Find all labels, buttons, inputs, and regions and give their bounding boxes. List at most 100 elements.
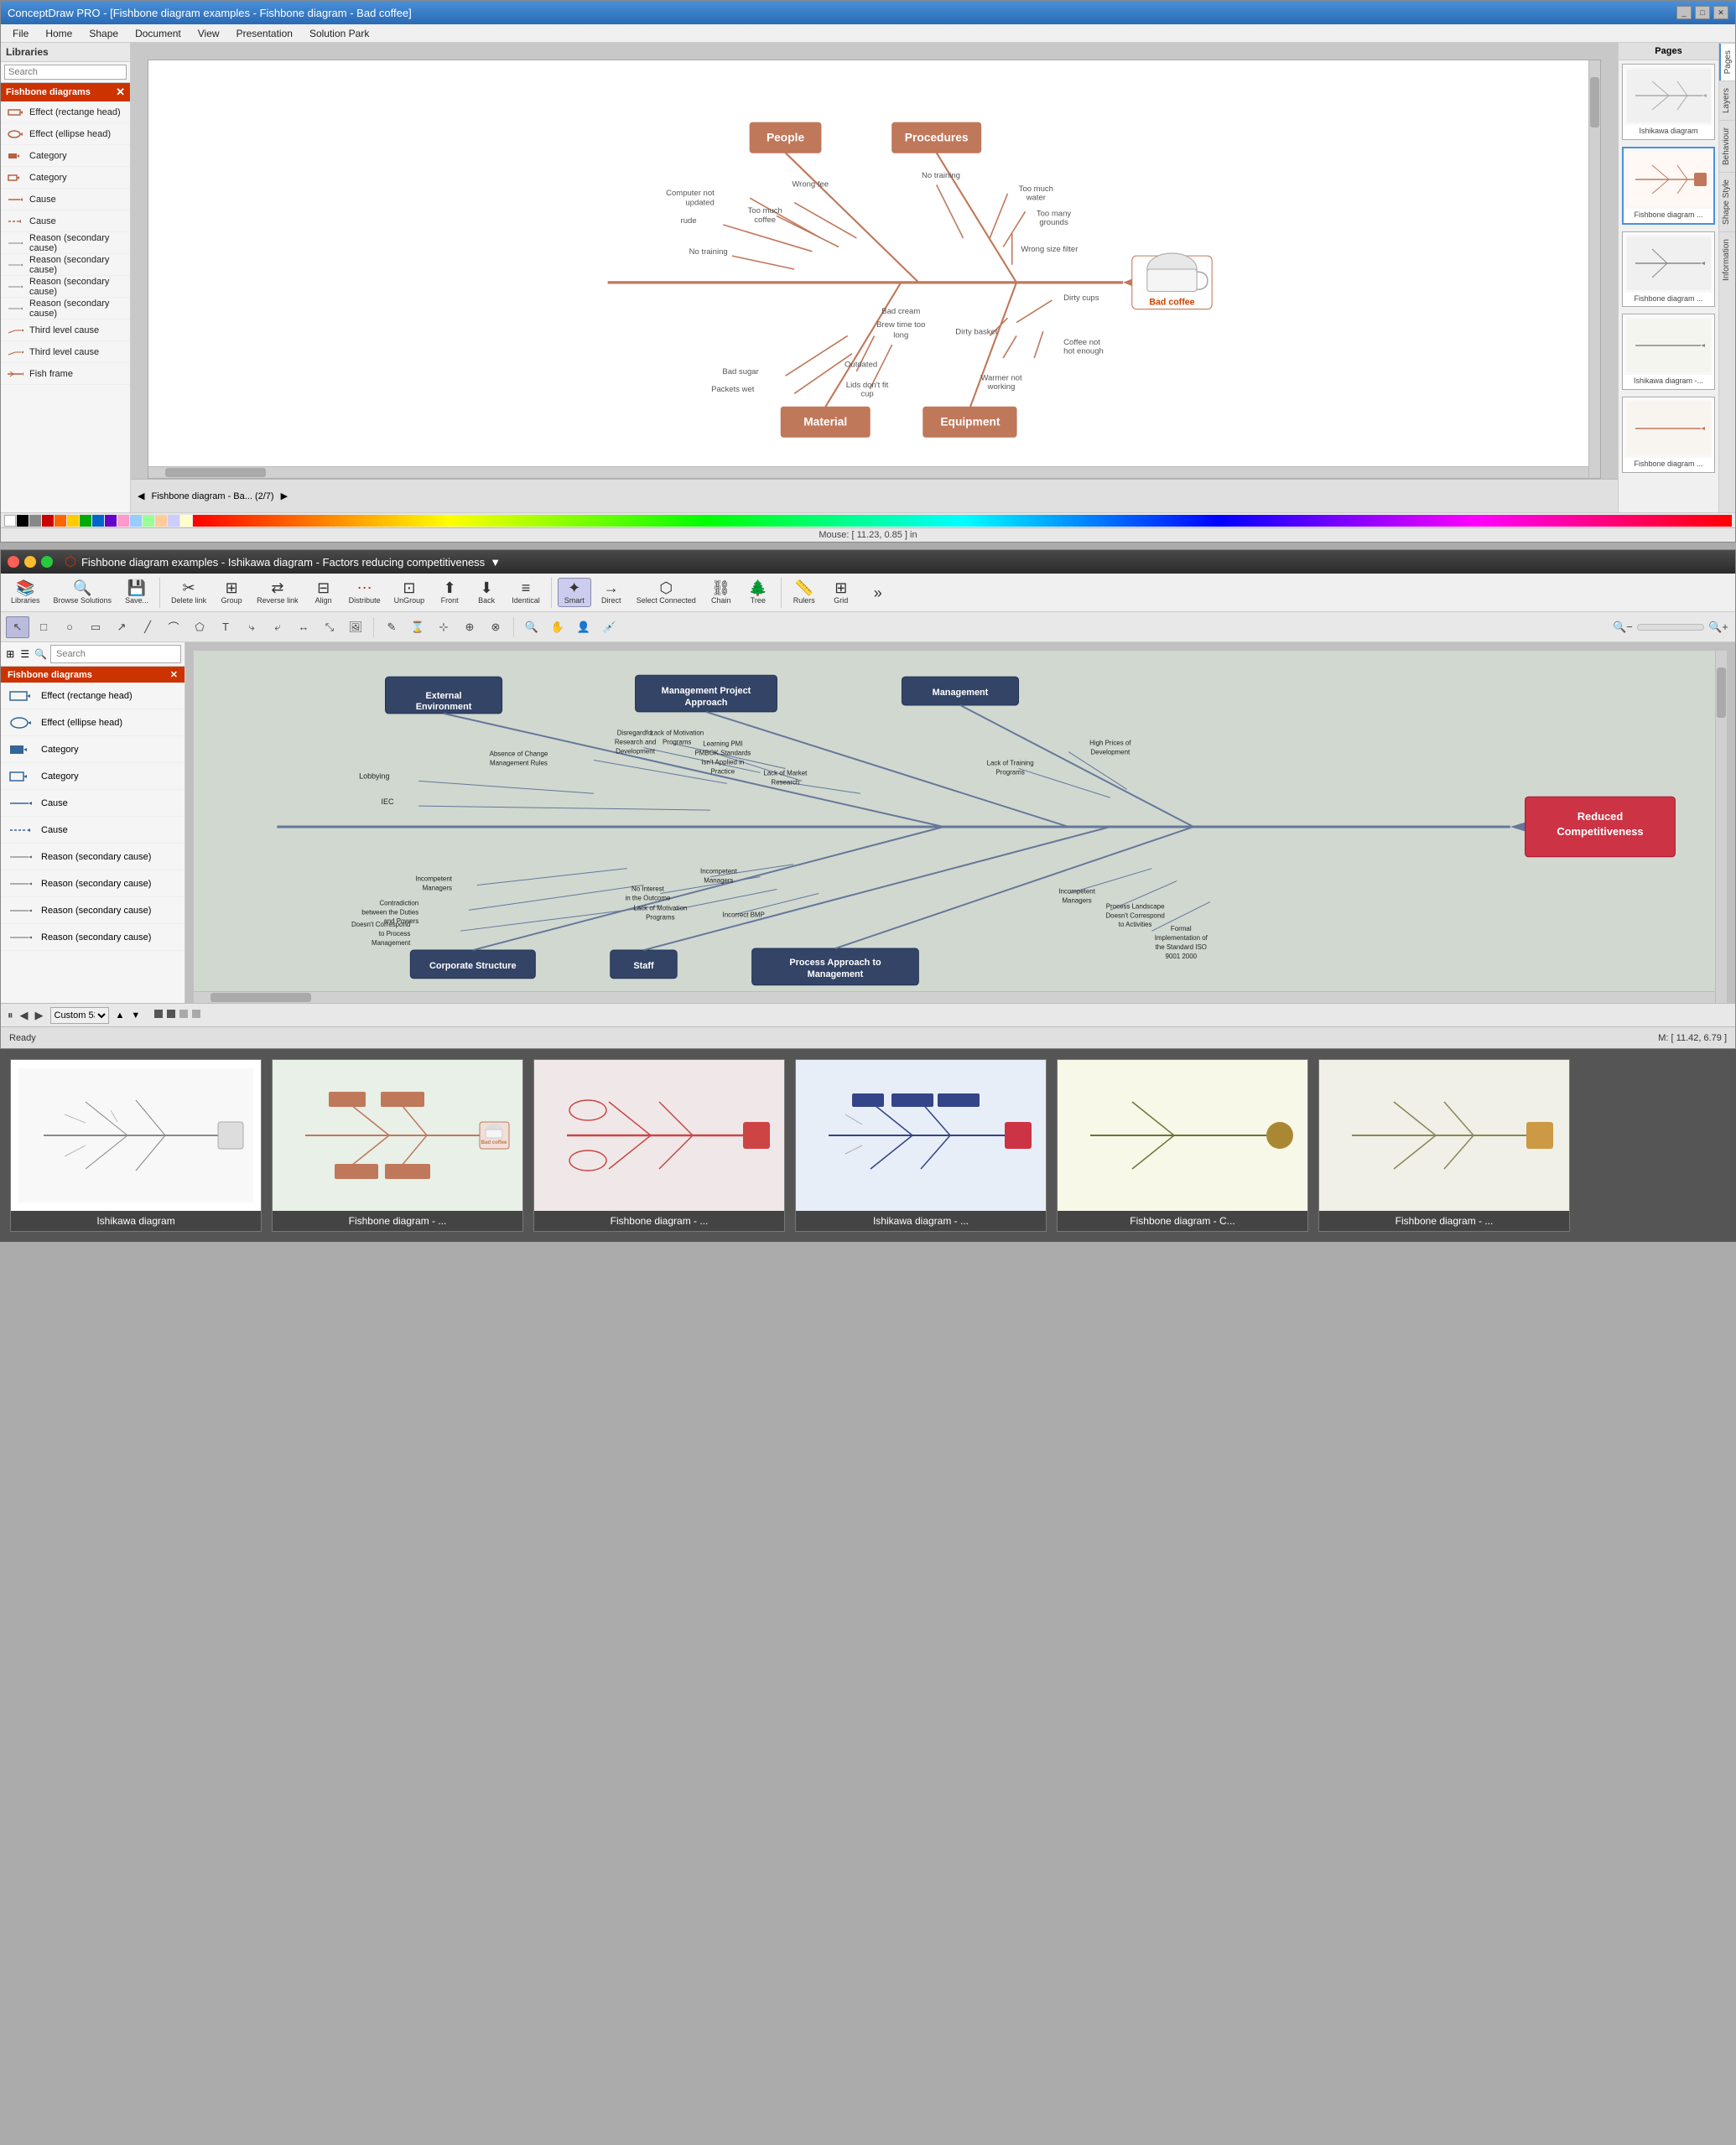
lib-item-12[interactable]: Fish frame [1, 363, 130, 385]
close-traffic-light[interactable] [8, 556, 19, 568]
bottom-lib-item-6[interactable]: Reason (secondary cause) [1, 844, 185, 870]
ellipse-tool[interactable]: ○ [58, 616, 81, 638]
bottom-lib-item-1[interactable]: Effect (ellipse head) [1, 709, 185, 736]
page-dot-1[interactable] [154, 1010, 163, 1018]
tab-layers[interactable]: Layers [1719, 81, 1735, 120]
tab-pages[interactable]: Pages [1719, 43, 1735, 81]
bottom-scroll-vertical[interactable] [1715, 651, 1727, 1003]
color-black[interactable] [17, 515, 29, 527]
lib-item-11[interactable]: Third level cause [1, 341, 130, 363]
lib-item-6[interactable]: Reason (secondary cause) [1, 232, 130, 254]
lib-item-5[interactable]: Cause [1, 210, 130, 232]
direct-button[interactable]: → Direct [595, 579, 628, 606]
top-canvas-paper[interactable]: Bad coffee People Procedures Material Eq… [148, 60, 1601, 479]
page-dot-2[interactable] [167, 1010, 175, 1018]
close-button[interactable]: ✕ [1713, 6, 1728, 19]
list-view-button[interactable]: ☰ [19, 645, 32, 663]
edit-tool[interactable]: ✎ [380, 616, 403, 638]
thumb-1[interactable]: Bad coffee Fishbone diagram - ... [272, 1059, 523, 1232]
menu-document[interactable]: Document [127, 26, 190, 41]
select-connected-button[interactable]: ⬡ Select Connected [632, 579, 701, 606]
image-tool[interactable]: 🖼 [344, 616, 367, 638]
grid-view-button[interactable]: ⊞ [4, 645, 17, 663]
bottom-search-input[interactable] [50, 645, 181, 663]
menu-home[interactable]: Home [37, 26, 81, 41]
page-thumb-3[interactable]: Ishikawa diagram -... [1622, 314, 1715, 390]
bottom-lib-item-3[interactable]: Category [1, 763, 185, 790]
zoom-slider[interactable] [1637, 624, 1704, 631]
save-button[interactable]: 💾 Save... [120, 579, 153, 606]
page-thumb-2[interactable]: Fishbone diagram ... [1622, 231, 1715, 308]
minimize-traffic-light[interactable] [24, 556, 36, 568]
color-pink[interactable] [117, 515, 129, 527]
tree-button[interactable]: 🌲 Tree [741, 579, 775, 606]
color-orange[interactable] [55, 515, 66, 527]
rounded-rect-tool[interactable]: ▭ [84, 616, 107, 638]
nav-pause[interactable]: ⏸ [8, 1009, 13, 1022]
color-lavender[interactable] [168, 515, 179, 527]
smart-button[interactable]: ✦ Smart [558, 578, 591, 607]
color-cream[interactable] [180, 515, 192, 527]
bottom-lib-item-9[interactable]: Reason (secondary cause) [1, 924, 185, 951]
person-tool[interactable]: 👤 [572, 616, 595, 638]
hand-tool[interactable]: ✋ [546, 616, 569, 638]
thumb-2[interactable]: Fishbone diagram - ... [533, 1059, 785, 1232]
menu-file[interactable]: File [4, 26, 37, 41]
bottom-lib-item-5[interactable]: Cause [1, 817, 185, 844]
connector-tool-3[interactable]: ↔ [292, 616, 315, 638]
bottom-lib-item-4[interactable]: Cause [1, 790, 185, 817]
identical-button[interactable]: ≡ Identical [507, 579, 545, 606]
thumb-5[interactable]: Fishbone diagram - ... [1318, 1059, 1570, 1232]
tab-shape-style[interactable]: Shape Style [1719, 172, 1735, 231]
scale-tool[interactable]: ⊗ [484, 616, 507, 638]
color-peach[interactable] [155, 515, 167, 527]
back-button[interactable]: ⬇ Back [470, 579, 503, 606]
connector-tool-1[interactable]: ⤷ [240, 616, 263, 638]
align-button[interactable]: ⊟ Align [307, 579, 340, 606]
thumb-4[interactable]: Fishbone diagram - C... [1057, 1059, 1308, 1232]
thumb-0[interactable]: Ishikawa diagram [10, 1059, 262, 1232]
top-scroll-horizontal[interactable] [148, 466, 1588, 478]
lib-item-1[interactable]: Effect (ellipse head) [1, 123, 130, 145]
zoom-out-tool[interactable]: 🔍− [1611, 616, 1635, 638]
arrow-tool[interactable]: ↗ [110, 616, 133, 638]
select-tool[interactable]: ↖ [6, 616, 29, 638]
search-sidebar-button[interactable]: 🔍 [34, 645, 48, 663]
color-spectrum[interactable] [193, 515, 1732, 527]
zoom-up[interactable]: ▲ [116, 1010, 125, 1021]
nav-next[interactable]: ▶ [35, 1009, 44, 1022]
delete-link-button[interactable]: ✂ Delete link [166, 579, 211, 606]
menu-solution-park[interactable]: Solution Park [301, 26, 377, 41]
fullscreen-traffic-light[interactable] [41, 556, 53, 568]
color-yellow[interactable] [67, 515, 79, 527]
lib-item-9[interactable]: Reason (secondary cause) [1, 298, 130, 319]
page-dot-4[interactable] [192, 1010, 200, 1018]
minimize-button[interactable]: _ [1676, 6, 1692, 19]
color-purple[interactable] [105, 515, 117, 527]
connect-tool[interactable]: ⊕ [458, 616, 481, 638]
lib-item-4[interactable]: Cause [1, 189, 130, 210]
page-thumb-0[interactable]: Ishikawa diagram [1622, 64, 1715, 140]
page-thumb-1[interactable]: Fishbone diagram ... [1622, 147, 1715, 225]
page-dot-3[interactable] [179, 1010, 188, 1018]
bottom-canvas-paper[interactable]: Reduced Competitiveness External Environ… [194, 651, 1727, 1003]
top-scroll-vertical[interactable] [1588, 60, 1600, 478]
zoom-tool[interactable]: 🔍 [520, 616, 543, 638]
lib-item-3[interactable]: Category [1, 167, 130, 189]
polygon-tool[interactable]: ⬠ [188, 616, 211, 638]
connector-tool-2[interactable]: ⤶ [266, 616, 289, 638]
color-lightgreen[interactable] [143, 515, 154, 527]
crop-tool[interactable]: ⊹ [432, 616, 455, 638]
tab-information[interactable]: Information [1719, 231, 1735, 288]
more-button[interactable]: » [861, 584, 895, 602]
thumb-3[interactable]: Ishikawa diagram - ... [795, 1059, 1047, 1232]
top-library-close[interactable]: ✕ [116, 86, 125, 99]
bottom-lib-item-0[interactable]: Effect (rectange head) [1, 683, 185, 709]
menu-presentation[interactable]: Presentation [228, 26, 301, 41]
bottom-library-close[interactable]: ✕ [170, 669, 178, 680]
page-nav-prev[interactable]: ◀ [138, 491, 144, 501]
color-gray[interactable] [29, 515, 41, 527]
color-white[interactable] [4, 515, 16, 527]
color-red[interactable] [42, 515, 54, 527]
tab-behaviour[interactable]: Behaviour [1719, 120, 1735, 172]
